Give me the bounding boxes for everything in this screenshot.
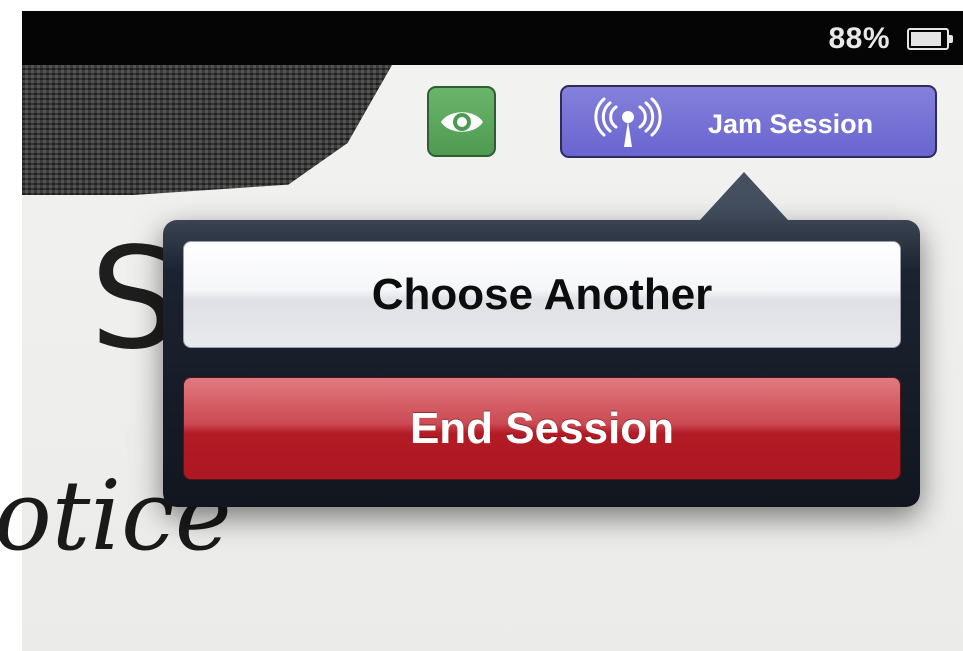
eye-icon bbox=[441, 112, 483, 132]
jam-session-button[interactable]: Jam Session bbox=[560, 85, 937, 158]
status-bar: 88% bbox=[22, 11, 963, 65]
view-button[interactable] bbox=[427, 86, 496, 157]
broadcast-antenna-icon bbox=[594, 97, 662, 147]
battery-icon bbox=[907, 28, 953, 50]
duct-tape-texture bbox=[22, 65, 392, 195]
popover-arrow bbox=[700, 172, 788, 220]
battery-percentage: 88% bbox=[828, 22, 890, 55]
end-session-button[interactable]: End Session bbox=[183, 377, 901, 480]
jam-session-label: Jam Session bbox=[708, 109, 874, 139]
choose-another-button[interactable]: Choose Another bbox=[183, 241, 901, 348]
